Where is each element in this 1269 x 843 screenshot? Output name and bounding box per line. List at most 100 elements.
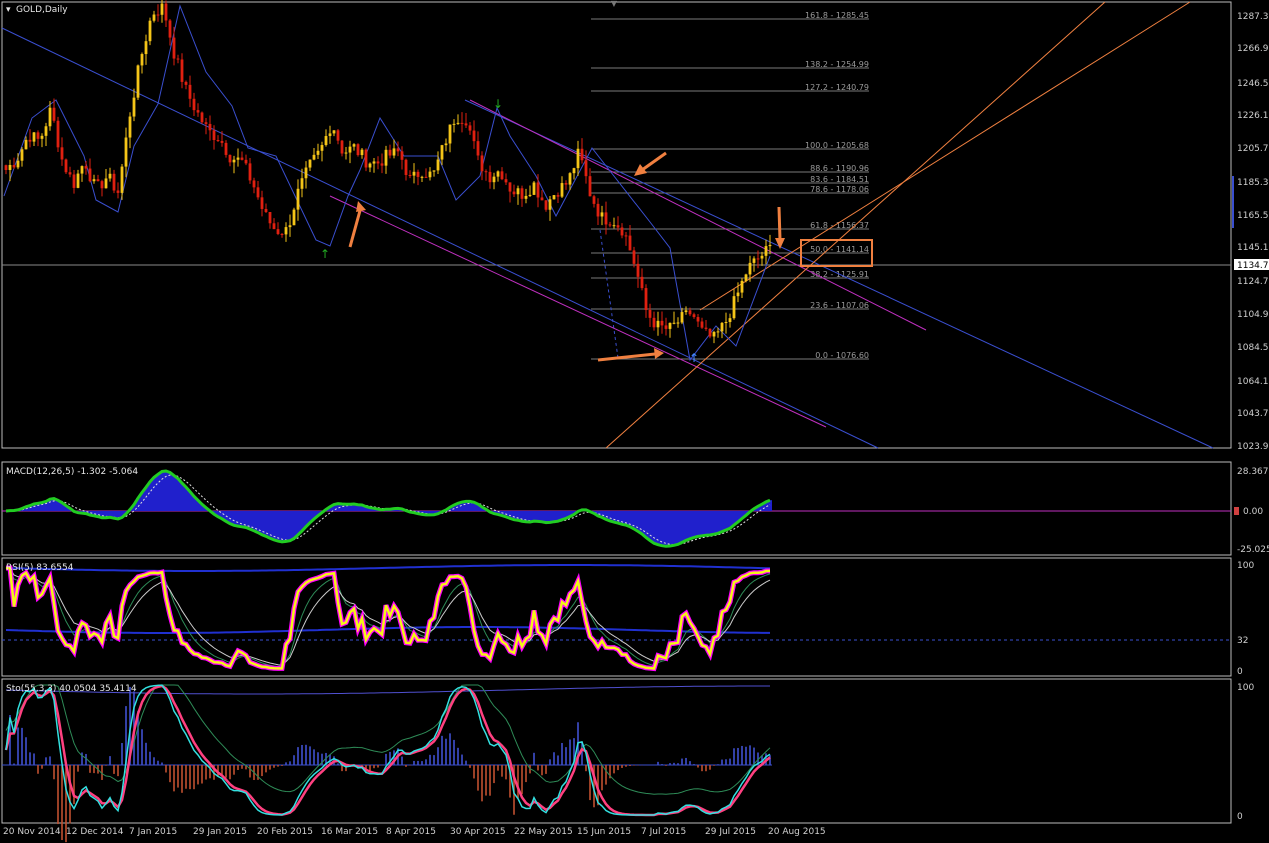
candle-body — [56, 120, 60, 148]
candle-body — [320, 145, 324, 151]
price-tick: 1124.71 — [1237, 277, 1269, 287]
stochastic-bar — [193, 765, 195, 790]
macd-title: MACD(12,26,5) -1.302 -5.064 — [6, 467, 138, 477]
stochastic-bar — [473, 765, 475, 779]
stochastic-bar — [289, 761, 291, 765]
candle-body — [76, 173, 80, 188]
candle-body — [48, 107, 52, 127]
stochastic-bar — [469, 765, 471, 768]
stochastic-bar — [489, 765, 491, 796]
candle-body — [752, 258, 756, 263]
date-tick: 20 Nov 2014 — [3, 827, 61, 837]
rsi-tick: 100 — [1237, 561, 1254, 571]
stochastic-bar — [337, 763, 339, 765]
stochastic-bar — [153, 757, 155, 765]
stochastic-bar — [185, 765, 187, 789]
candle-body — [612, 225, 616, 227]
fib-label: 100.0 - 1205.68 — [805, 141, 869, 150]
candle-body — [160, 3, 164, 15]
candle-body — [308, 159, 312, 168]
stochastic-bar — [537, 765, 539, 771]
macd-bar — [636, 511, 640, 532]
candle-body — [572, 168, 576, 174]
candle-body — [232, 159, 236, 163]
stochastic-bar — [745, 746, 747, 765]
stochastic-bar — [437, 747, 439, 765]
candle-body — [536, 182, 540, 198]
candle-body — [764, 246, 768, 256]
candle-body — [120, 166, 124, 193]
price-tick: 1084.51 — [1237, 343, 1269, 353]
stochastic-bar — [405, 765, 407, 767]
candle-body — [412, 171, 416, 176]
stochastic-bar — [565, 747, 567, 765]
stochastic-bar — [49, 756, 51, 765]
stochastic-bar — [465, 760, 467, 765]
candle-body — [32, 132, 36, 142]
stochastic-bar — [377, 765, 379, 768]
candle-body — [408, 174, 412, 176]
candle-body — [152, 14, 156, 21]
macd-bar — [168, 472, 172, 511]
price-tick: 1064.11 — [1237, 377, 1269, 387]
candle-body — [680, 312, 684, 323]
stochastic-bar — [545, 765, 547, 774]
stochastic-bar — [613, 765, 615, 774]
stochastic-bar — [73, 765, 75, 805]
stochastic-bar — [741, 745, 743, 765]
macd-bar — [672, 511, 676, 546]
stochastic-bar — [161, 762, 163, 765]
fib-label: 78.6 - 1178.06 — [810, 185, 869, 194]
candle-body — [600, 212, 604, 217]
macd-bar — [680, 511, 684, 543]
candle-body — [484, 171, 488, 173]
fib-label: 88.6 - 1190.96 — [810, 164, 869, 173]
axis-marker — [1232, 176, 1234, 228]
stochastic-bar — [557, 755, 559, 765]
stochastic-bar — [665, 765, 667, 766]
candle-body — [112, 173, 116, 191]
stochastic-bar — [717, 764, 719, 765]
candle-body — [428, 171, 432, 178]
candle-body — [228, 154, 232, 163]
candle-body — [616, 225, 620, 228]
candle-body — [60, 147, 64, 160]
stochastic-bar — [569, 739, 571, 765]
candle-body — [476, 141, 480, 156]
stochastic-bar — [449, 733, 451, 765]
candle-body — [404, 159, 408, 175]
candle-body — [768, 244, 772, 247]
stochastic-bar — [21, 727, 23, 765]
candle-body — [596, 203, 600, 217]
macd-bar — [272, 511, 276, 540]
svg-text:↓: ↓ — [493, 97, 503, 111]
candle-body — [496, 171, 500, 177]
stochastic-bar — [273, 765, 275, 768]
candle-body — [64, 159, 68, 173]
candle-body — [344, 152, 348, 154]
stochastic-bar — [457, 747, 459, 765]
price-tick: 1226.11 — [1237, 111, 1269, 121]
candle-body — [652, 317, 656, 328]
stochastic-bar — [481, 765, 483, 802]
candle-body — [756, 258, 760, 260]
chart-title: ▾ — [6, 5, 11, 15]
candle-body — [340, 140, 344, 154]
candle-body — [608, 224, 612, 226]
stochastic-bar — [221, 765, 223, 775]
candle-body — [384, 149, 388, 166]
candle-body — [224, 142, 228, 155]
candle-body — [416, 171, 420, 177]
candle-body — [72, 174, 76, 188]
svg-text:▼: ▼ — [611, 0, 618, 8]
candle-body — [172, 37, 176, 59]
stochastic-bar — [385, 753, 387, 765]
candle-body — [704, 327, 708, 329]
candle-body — [688, 310, 692, 315]
candle-body — [588, 176, 592, 197]
candle-body — [276, 229, 280, 234]
fib-label: 50.0 - 1141.14 — [810, 245, 869, 254]
stochastic-bar — [441, 735, 443, 765]
candle-body — [492, 176, 496, 183]
stochastic-bar — [17, 727, 19, 765]
